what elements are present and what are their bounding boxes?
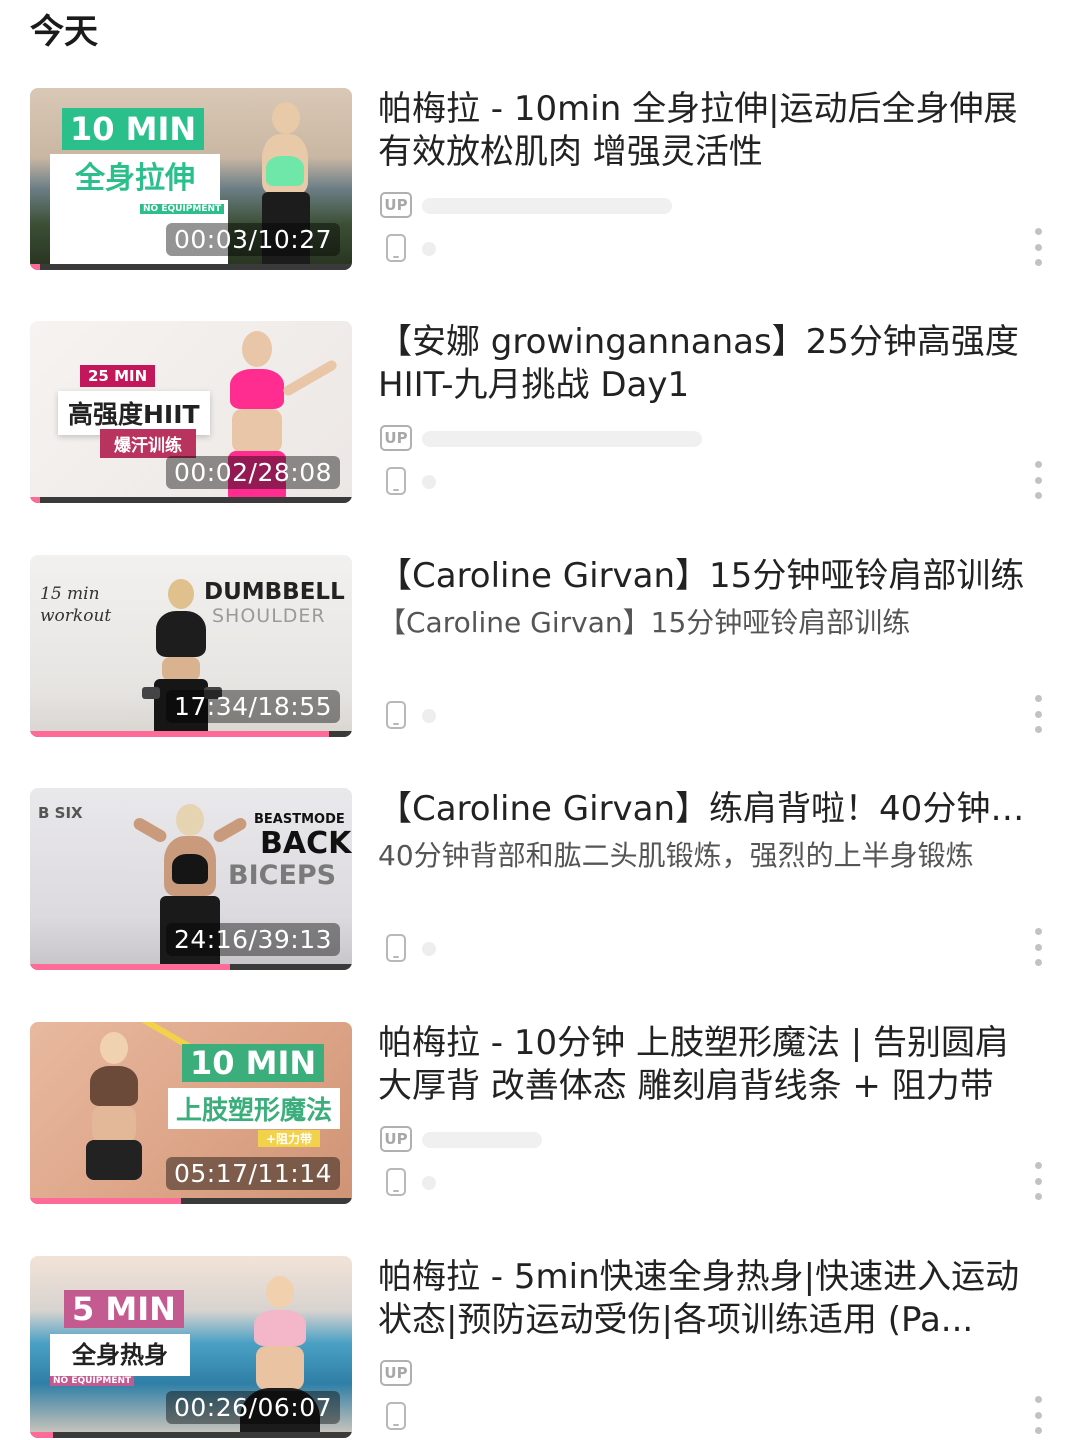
video-list-item[interactable]: 5 MIN 全身热身 NO EQUIPMENT 00:26/06:07 帕梅拉 … xyxy=(30,1256,1050,1438)
thumbnail-badge-top: BEASTMODE xyxy=(254,812,345,827)
device-label-blurred xyxy=(422,1176,436,1190)
video-duration: 00:26/06:07 xyxy=(165,1391,340,1424)
video-duration: 17:34/18:55 xyxy=(165,690,340,723)
video-info[interactable]: 帕梅拉 - 5min快速全身热身|快速进入运动状态|预防运动受伤|各项训练适用 … xyxy=(378,1256,1050,1438)
device-label-blurred xyxy=(422,942,436,956)
more-icon[interactable] xyxy=(1026,928,1050,966)
video-list-item[interactable]: 25 MIN 高强度HIIT 爆汗训练 00:02/28:08 【安娜 grow… xyxy=(30,321,1050,503)
watch-progress-fill xyxy=(30,497,40,503)
phone-icon xyxy=(386,1402,406,1430)
video-info[interactable]: 帕梅拉 - 10min 全身拉伸|运动后全身伸展有效放松肌肉 增强灵活性 UP xyxy=(378,88,1050,270)
thumbnail-badge-main: 全身拉伸 xyxy=(50,154,220,204)
phone-icon xyxy=(386,234,406,262)
thumbnail-badge-small: NO EQUIPMENT xyxy=(140,204,225,214)
up-badge-icon: UP xyxy=(380,192,412,218)
thumbnail-badge-main: DUMBBELL xyxy=(204,579,345,605)
watch-progress-fill xyxy=(30,1198,182,1204)
more-icon[interactable] xyxy=(1026,228,1050,266)
more-icon[interactable] xyxy=(1026,461,1050,499)
video-duration: 24:16/39:13 xyxy=(165,923,340,956)
thumbnail-badge-top: 15 min workout xyxy=(40,584,112,626)
video-title[interactable]: 【Caroline Girvan】15分钟哑铃肩部训练 xyxy=(378,555,1042,598)
thumbnail-badge-small: +阻力带 xyxy=(258,1130,321,1147)
video-title[interactable]: 【Caroline Girvan】练肩背啦！40分钟背部和肱二头肌锻炼 xyxy=(378,788,1042,831)
video-list-item[interactable]: 10 MIN 全身拉伸 NO EQUIPMENT 00:03/10:27 帕梅拉… xyxy=(30,88,1050,270)
device-label-blurred xyxy=(422,475,436,489)
thumbnail-badge-top: 5 MIN xyxy=(64,1290,184,1328)
device-label-blurred xyxy=(422,709,436,723)
thumbnail-badge-top: 10 MIN xyxy=(62,108,205,150)
device-label-blurred xyxy=(422,242,436,256)
video-info[interactable]: 【Caroline Girvan】练肩背啦！40分钟背部和肱二头肌锻炼 40分钟… xyxy=(378,788,1050,970)
video-duration: 05:17/11:14 xyxy=(165,1157,340,1190)
video-list-item[interactable]: 15 min workout DUMBBELL SHOULDER 17:34/1… xyxy=(30,555,1050,737)
up-badge-icon: UP xyxy=(380,425,412,451)
uploader-name-blurred xyxy=(422,1132,542,1148)
thumbnail-badge-top: 10 MIN xyxy=(182,1044,325,1082)
video-thumbnail[interactable]: 10 MIN 上肢塑形魔法 +阻力带 05:17/11:14 xyxy=(30,1022,352,1204)
athlete-figure xyxy=(60,1022,203,1204)
watch-progress-bar xyxy=(30,1432,352,1438)
watch-progress-bar xyxy=(30,731,352,737)
watch-progress-fill xyxy=(30,1432,53,1438)
watch-progress-fill xyxy=(30,264,40,270)
brand-logo: B SIX xyxy=(38,804,83,822)
video-info[interactable]: 【Caroline Girvan】15分钟哑铃肩部训练 【Caroline Gi… xyxy=(378,555,1050,737)
up-badge-icon: UP xyxy=(380,1126,412,1152)
uploader-name-blurred xyxy=(422,431,702,447)
watch-progress-bar xyxy=(30,497,352,503)
watch-progress-bar xyxy=(30,964,352,970)
video-list-item[interactable]: 10 MIN 上肢塑形魔法 +阻力带 05:17/11:14 帕梅拉 - 10分… xyxy=(30,1022,1050,1204)
phone-icon xyxy=(386,467,406,495)
phone-icon xyxy=(386,1168,406,1196)
video-duration: 00:02/28:08 xyxy=(165,456,340,489)
video-info[interactable]: 【安娜 growingannanas】25分钟高强度HIIT-九月挑战 Day1… xyxy=(378,321,1050,503)
phone-icon xyxy=(386,701,406,729)
video-subtitle: 40分钟背部和肱二头肌锻炼，强烈的上半身锻炼 xyxy=(378,839,974,872)
video-subtitle: 【Caroline Girvan】15分钟哑铃肩部训练 xyxy=(378,606,911,639)
video-title[interactable]: 帕梅拉 - 10min 全身拉伸|运动后全身伸展有效放松肌肉 增强灵活性 xyxy=(378,88,1042,174)
video-thumbnail[interactable]: 10 MIN 全身拉伸 NO EQUIPMENT 00:03/10:27 xyxy=(30,88,352,270)
watch-progress-bar xyxy=(30,1198,352,1204)
video-title[interactable]: 帕梅拉 - 10分钟 上肢塑形魔法 | 告别圆肩大厚背 改善体态 雕刻肩背线条 … xyxy=(378,1022,1042,1108)
thumbnail-badge-main: BACK xyxy=(260,826,352,861)
video-info[interactable]: 帕梅拉 - 10分钟 上肢塑形魔法 | 告别圆肩大厚背 改善体态 雕刻肩背线条 … xyxy=(378,1022,1050,1204)
video-duration: 00:03/10:27 xyxy=(165,223,340,256)
phone-icon xyxy=(386,934,406,962)
section-title-today: 今天 xyxy=(30,12,98,52)
thumbnail-badge-small: NO EQUIPMENT xyxy=(50,1376,135,1386)
more-icon[interactable] xyxy=(1026,695,1050,733)
thumbnail-badge-top: 25 MIN xyxy=(80,365,156,387)
video-thumbnail[interactable]: 15 min workout DUMBBELL SHOULDER 17:34/1… xyxy=(30,555,352,737)
up-badge-icon: UP xyxy=(380,1360,412,1386)
video-thumbnail[interactable]: B SIX BEASTMODE BACK BICEPS 24:16/39:13 xyxy=(30,788,352,970)
more-icon[interactable] xyxy=(1026,1396,1050,1434)
thumbnail-badge-small: SHOULDER xyxy=(212,605,326,627)
video-thumbnail[interactable]: 5 MIN 全身热身 NO EQUIPMENT 00:26/06:07 xyxy=(30,1256,352,1438)
thumbnail-badge-small: 爆汗训练 xyxy=(100,429,196,458)
video-title[interactable]: 帕梅拉 - 5min快速全身热身|快速进入运动状态|预防运动受伤|各项训练适用 … xyxy=(378,1256,1042,1342)
watch-progress-fill xyxy=(30,964,230,970)
watch-progress-fill xyxy=(30,731,330,737)
video-list-item[interactable]: B SIX BEASTMODE BACK BICEPS 24:16/39:13 … xyxy=(30,788,1050,970)
video-thumbnail[interactable]: 25 MIN 高强度HIIT 爆汗训练 00:02/28:08 xyxy=(30,321,352,503)
video-title[interactable]: 【安娜 growingannanas】25分钟高强度HIIT-九月挑战 Day1 xyxy=(378,321,1042,407)
thumbnail-badge-small: BICEPS xyxy=(228,860,337,891)
thumbnail-badge-main: 全身热身 xyxy=(50,1334,190,1376)
uploader-name-blurred xyxy=(422,198,672,214)
more-icon[interactable] xyxy=(1026,1162,1050,1200)
watch-progress-bar xyxy=(30,264,352,270)
thumbnail-badge-main: 上肢塑形魔法 xyxy=(168,1088,341,1129)
